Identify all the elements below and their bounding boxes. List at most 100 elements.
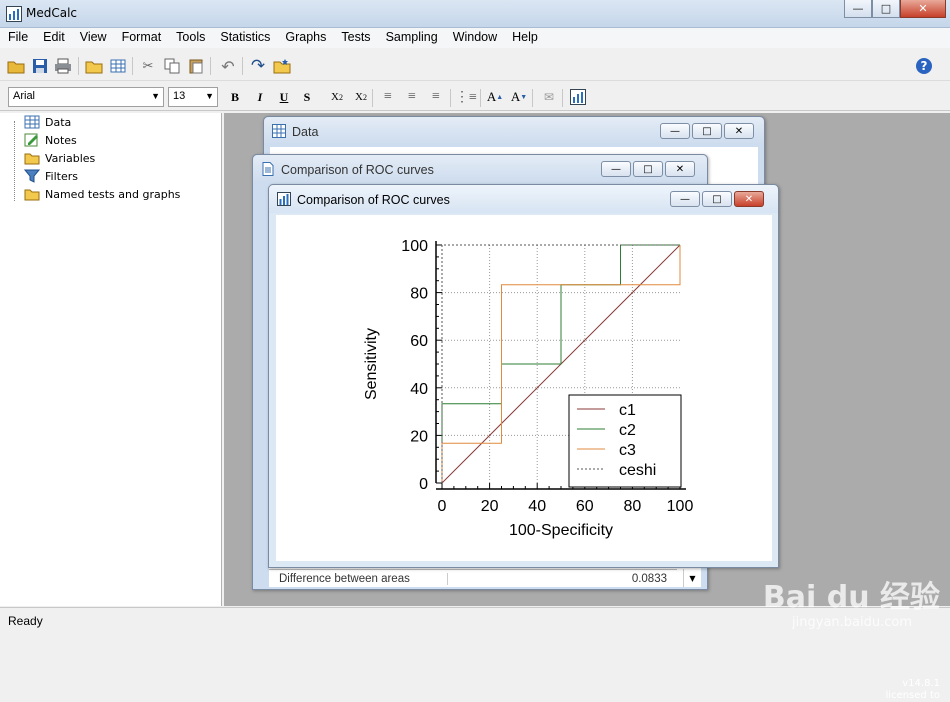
cut-icon[interactable]: ✂ — [138, 56, 158, 76]
tree-item-label: Named tests and graphs — [45, 187, 181, 201]
x-tick-label: 40 — [528, 498, 546, 515]
menu-graphs[interactable]: Graphs — [277, 28, 333, 48]
comment-icon[interactable]: ✉ — [540, 88, 558, 106]
tree-item-label: Data — [45, 115, 72, 129]
medcalc-app-icon — [6, 6, 22, 22]
close-icon[interactable]: ✕ — [900, 0, 946, 18]
menu-statistics[interactable]: Statistics — [212, 28, 277, 48]
font-size-select[interactable]: 13 ▼ — [168, 87, 218, 107]
graph-icon — [277, 192, 291, 206]
filter-icon — [24, 169, 40, 183]
document-icon — [262, 162, 274, 176]
symbol-icon[interactable]: S — [298, 88, 316, 106]
tree-item-notes[interactable]: Notes — [24, 131, 77, 149]
legend-label: c3 — [619, 442, 636, 459]
menu-help[interactable]: Help — [504, 28, 545, 48]
font-name-value: Arial — [13, 90, 36, 102]
status-text: Ready — [8, 614, 43, 628]
maximize-icon[interactable]: □ — [633, 161, 663, 177]
increase-font-icon[interactable]: A ▲ — [486, 88, 504, 106]
graph-canvas: 0 20 40 60 80 100 0 20 40 60 80 100 100-Specificity S… — [276, 215, 772, 561]
print-icon[interactable] — [53, 56, 73, 76]
menu-tools[interactable]: Tools — [168, 28, 212, 48]
tree-item-variables[interactable]: Variables — [24, 149, 95, 167]
legend-label: c2 — [619, 422, 636, 439]
roc-results-titlebar[interactable]: Comparison of ROC curves — □ ✕ — [253, 155, 707, 183]
redo-icon[interactable]: ↷ — [248, 56, 268, 76]
help-icon[interactable]: ? — [914, 56, 934, 76]
tree-item-filters[interactable]: Filters — [24, 167, 78, 185]
bullet-list-icon[interactable]: ⋮≡ — [455, 88, 477, 106]
paste-icon[interactable] — [186, 56, 206, 76]
toolbar-separator — [562, 89, 563, 107]
window-title: Data — [292, 125, 319, 139]
roc-graph-titlebar[interactable]: Comparison of ROC curves — □ ✕ — [269, 185, 778, 213]
open-file-icon[interactable] — [6, 56, 26, 76]
close-icon[interactable]: ✕ — [734, 191, 764, 207]
chevron-down-icon: ▼ — [205, 91, 214, 101]
font-name-select[interactable]: Arial ▼ — [8, 87, 164, 107]
y-tick-label: 20 — [410, 428, 428, 445]
window-title: Comparison of ROC curves — [297, 193, 450, 207]
superscript-icon[interactable]: X2 — [352, 88, 370, 106]
bold-icon[interactable]: B — [226, 88, 244, 106]
maximize-icon[interactable]: □ — [692, 123, 722, 139]
close-icon[interactable]: ✕ — [665, 161, 695, 177]
version-text: v14.8.1 — [902, 678, 940, 689]
toolbar-separator — [372, 89, 373, 107]
x-tick-label: 100 — [667, 498, 694, 515]
copy-icon[interactable] — [162, 56, 182, 76]
minimize-icon[interactable]: — — [601, 161, 631, 177]
subscript-icon[interactable]: X2 — [328, 88, 346, 106]
toolbar-separator — [480, 89, 481, 107]
maximize-icon[interactable]: □ — [702, 191, 732, 207]
tree-item-label: Notes — [45, 133, 77, 147]
minimize-icon[interactable]: — — [844, 0, 872, 18]
italic-icon[interactable]: I — [251, 88, 269, 106]
menu-file[interactable]: File — [0, 28, 35, 48]
roc-graph-window: Comparison of ROC curves — □ ✕ 0 20 40 60 80… — [268, 184, 779, 568]
align-center-icon[interactable]: ≡ — [403, 88, 421, 106]
menu-format[interactable]: Format — [114, 28, 169, 48]
decrease-font-icon[interactable]: A ▼ — [510, 88, 528, 106]
minimize-icon[interactable]: — — [670, 191, 700, 207]
folder-icon — [24, 153, 40, 165]
menu-tests[interactable]: Tests — [333, 28, 377, 48]
standard-toolbar: ✂ ↶ ↷ ? — [0, 51, 950, 81]
legend-label: c1 — [619, 402, 636, 419]
spreadsheet-icon[interactable] — [108, 56, 128, 76]
undo-icon[interactable]: ↶ — [218, 56, 238, 76]
window-controls: — □ ✕ — [601, 161, 695, 177]
window-title: Comparison of ROC curves — [281, 163, 434, 177]
chevron-down-icon: ▼ — [151, 91, 160, 101]
toolbar-separator — [450, 89, 451, 107]
menu-sampling[interactable]: Sampling — [378, 28, 445, 48]
y-tick-label: 60 — [410, 333, 428, 350]
align-right-icon[interactable]: ≡ — [427, 88, 445, 106]
spreadsheet-icon — [272, 124, 286, 138]
scroll-down-icon[interactable]: ▼ — [683, 569, 701, 587]
menu-edit[interactable]: Edit — [35, 28, 72, 48]
window-controls: — □ ✕ — [660, 123, 754, 139]
y-tick-label: 40 — [410, 381, 428, 398]
notes-icon — [24, 133, 38, 147]
open-folder-icon[interactable] — [84, 56, 104, 76]
save-icon[interactable] — [30, 56, 50, 76]
toolbar-separator — [210, 57, 211, 75]
tree-item-data[interactable]: Data — [24, 113, 71, 131]
graph-icon[interactable] — [569, 88, 587, 106]
close-icon[interactable]: ✕ — [724, 123, 754, 139]
data-window-titlebar[interactable]: Data — □ ✕ — [264, 117, 764, 145]
new-folder-icon[interactable] — [272, 56, 292, 76]
align-left-icon[interactable]: ≡ — [379, 88, 397, 106]
underline-icon[interactable]: U — [275, 88, 293, 106]
menu-window[interactable]: Window — [445, 28, 504, 48]
tree-item-named-tests[interactable]: Named tests and graphs — [24, 185, 180, 203]
minimize-icon[interactable]: — — [660, 123, 690, 139]
y-axis-label: Sensitivity — [363, 328, 380, 400]
menu-view[interactable]: View — [72, 28, 114, 48]
toolbar-separator — [532, 89, 533, 107]
roc-chart: 0 20 40 60 80 100 0 20 40 60 80 100 100-Specificity S… — [363, 238, 694, 539]
version-label: v14.8.1 licensed to — [886, 678, 940, 702]
maximize-icon[interactable]: □ — [872, 0, 900, 18]
